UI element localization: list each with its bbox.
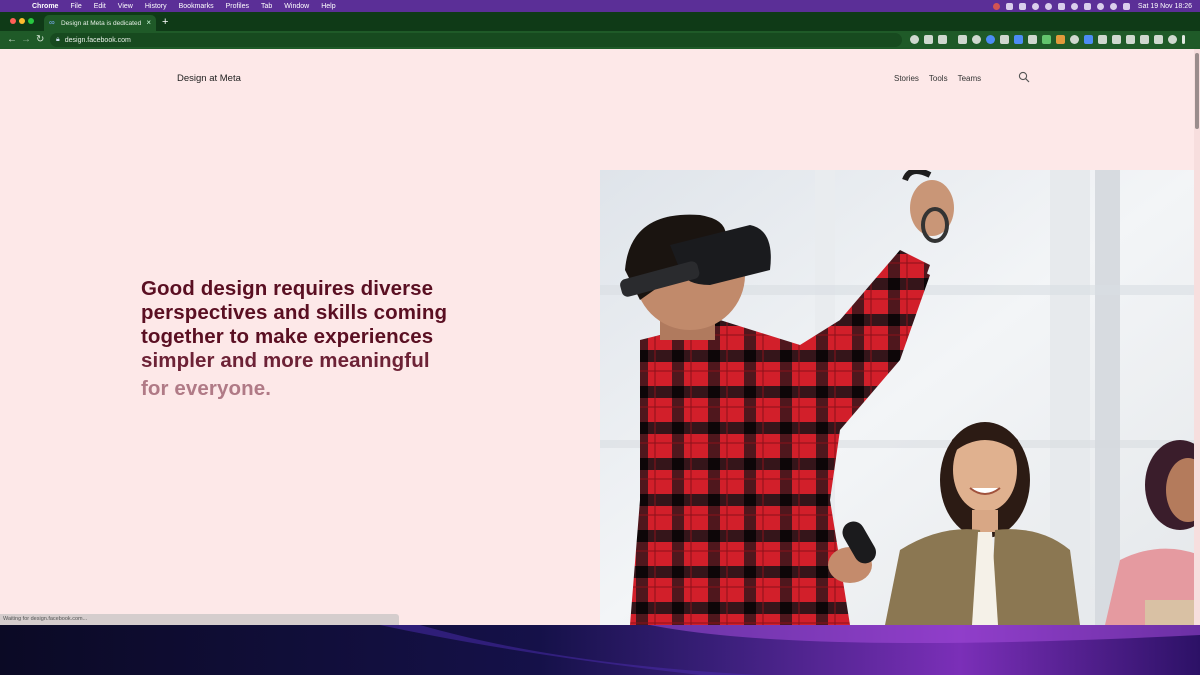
extension-icon[interactable] xyxy=(1056,35,1065,44)
browser-tab-active[interactable]: ∞ Design at Meta is dedicated to × xyxy=(44,15,156,31)
google-lens-icon[interactable] xyxy=(910,35,919,44)
address-url: design.facebook.com xyxy=(64,36,131,44)
hero-line: perspectives and skills coming xyxy=(141,301,448,324)
zoom-window-button[interactable] xyxy=(28,18,34,24)
hero-line: simpler and more meaningful xyxy=(141,349,430,372)
back-arrow-icon[interactable]: ← xyxy=(7,33,17,47)
new-tab-button[interactable]: + xyxy=(162,16,168,28)
cast-icon[interactable] xyxy=(1140,35,1149,44)
menu-profiles[interactable]: Profiles xyxy=(226,3,249,10)
menu-help[interactable]: Help xyxy=(321,3,335,10)
extension-icon[interactable] xyxy=(1028,35,1037,44)
menu-file[interactable]: File xyxy=(70,3,81,10)
status-app-icon[interactable] xyxy=(1044,2,1052,10)
extension-icon[interactable] xyxy=(1014,35,1023,44)
reload-icon[interactable]: ↻ xyxy=(36,33,44,47)
wifi-icon[interactable] xyxy=(1096,2,1104,10)
extension-icon[interactable] xyxy=(1098,35,1107,44)
extension-icon[interactable] xyxy=(972,35,981,44)
extension-icon[interactable] xyxy=(1070,35,1079,44)
tab-title: Design at Meta is dedicated to xyxy=(61,19,141,27)
spotlight-icon[interactable] xyxy=(1109,2,1117,10)
address-bar[interactable]: 🔒︎ design.facebook.com xyxy=(50,33,902,47)
macos-menu-bar: Chrome File Edit View History Bookmarks … xyxy=(0,0,1200,12)
hero-headline: Good design requires diverse perspective… xyxy=(141,277,481,401)
browser-status-bar: Waiting for design.facebook.com... xyxy=(0,614,399,625)
control-center-icon[interactable] xyxy=(1122,2,1130,10)
menu-history[interactable]: History xyxy=(145,3,167,10)
menu-app-name[interactable]: Chrome xyxy=(32,3,58,10)
menu-window[interactable]: Window xyxy=(284,3,309,10)
hero-line: together to make experiences xyxy=(141,325,434,348)
status-app-icon[interactable] xyxy=(1031,2,1039,10)
site-nav: Stories Tools Teams xyxy=(894,74,981,83)
menu-bar-clock[interactable]: Sat 19 Nov 18:26 xyxy=(1138,3,1192,10)
menu-bookmarks[interactable]: Bookmarks xyxy=(179,3,214,10)
nav-stories-link[interactable]: Stories xyxy=(894,74,919,83)
profile-avatar[interactable] xyxy=(1168,35,1177,44)
record-icon[interactable] xyxy=(992,2,1000,10)
user-icon[interactable] xyxy=(1070,2,1078,10)
extension-icon[interactable] xyxy=(1084,35,1093,44)
more-menu-icon[interactable] xyxy=(1182,35,1185,44)
close-window-button[interactable] xyxy=(10,18,16,24)
desktop-wallpaper xyxy=(0,625,1200,675)
close-tab-icon[interactable]: × xyxy=(146,18,151,27)
browser-toolbar: ← → ↻ 🔒︎ design.facebook.com xyxy=(0,31,1200,49)
search-icon[interactable] xyxy=(1018,71,1030,83)
extension-icon[interactable] xyxy=(986,35,995,44)
meta-icon: ∞ xyxy=(49,18,55,27)
status-app-icon[interactable] xyxy=(1005,2,1013,10)
extension-icon[interactable] xyxy=(1112,35,1121,44)
extension-icon[interactable] xyxy=(1042,35,1051,44)
share-icon[interactable] xyxy=(924,35,933,44)
volume-icon[interactable] xyxy=(1057,2,1065,10)
scrollbar-thumb[interactable] xyxy=(1195,53,1199,129)
menu-view[interactable]: View xyxy=(118,3,133,10)
extensions-puzzle-icon[interactable] xyxy=(1126,35,1135,44)
hero-line: Good design requires diverse xyxy=(141,277,434,300)
minimize-window-button[interactable] xyxy=(19,18,25,24)
extensions-row xyxy=(910,35,1185,44)
menu-bar-tray: Sat 19 Nov 18:26 xyxy=(992,0,1192,12)
nav-tools-link[interactable]: Tools xyxy=(929,74,948,83)
browser-tab-strip: ∞ Design at Meta is dedicated to × + xyxy=(0,12,1200,31)
web-page: Design at Meta Stories Tools Teams Good … xyxy=(0,49,1200,625)
menu-tab[interactable]: Tab xyxy=(261,3,272,10)
extension-icon[interactable] xyxy=(1000,35,1009,44)
page-scrollbar[interactable] xyxy=(1194,49,1200,625)
reading-list-icon[interactable] xyxy=(1154,35,1163,44)
lock-icon[interactable]: 🔒︎ xyxy=(56,36,60,44)
bookmark-star-icon[interactable] xyxy=(938,35,947,44)
battery-icon[interactable] xyxy=(1083,2,1091,10)
site-brand-link[interactable]: Design at Meta xyxy=(177,73,241,84)
hero-line: for everyone. xyxy=(141,377,272,400)
menu-edit[interactable]: Edit xyxy=(94,3,106,10)
hero-photo xyxy=(600,170,1200,625)
nav-teams-link[interactable]: Teams xyxy=(958,74,982,83)
status-app-icon[interactable] xyxy=(1018,2,1026,10)
extension-icon[interactable] xyxy=(958,35,967,44)
forward-arrow-icon[interactable]: → xyxy=(21,33,31,47)
